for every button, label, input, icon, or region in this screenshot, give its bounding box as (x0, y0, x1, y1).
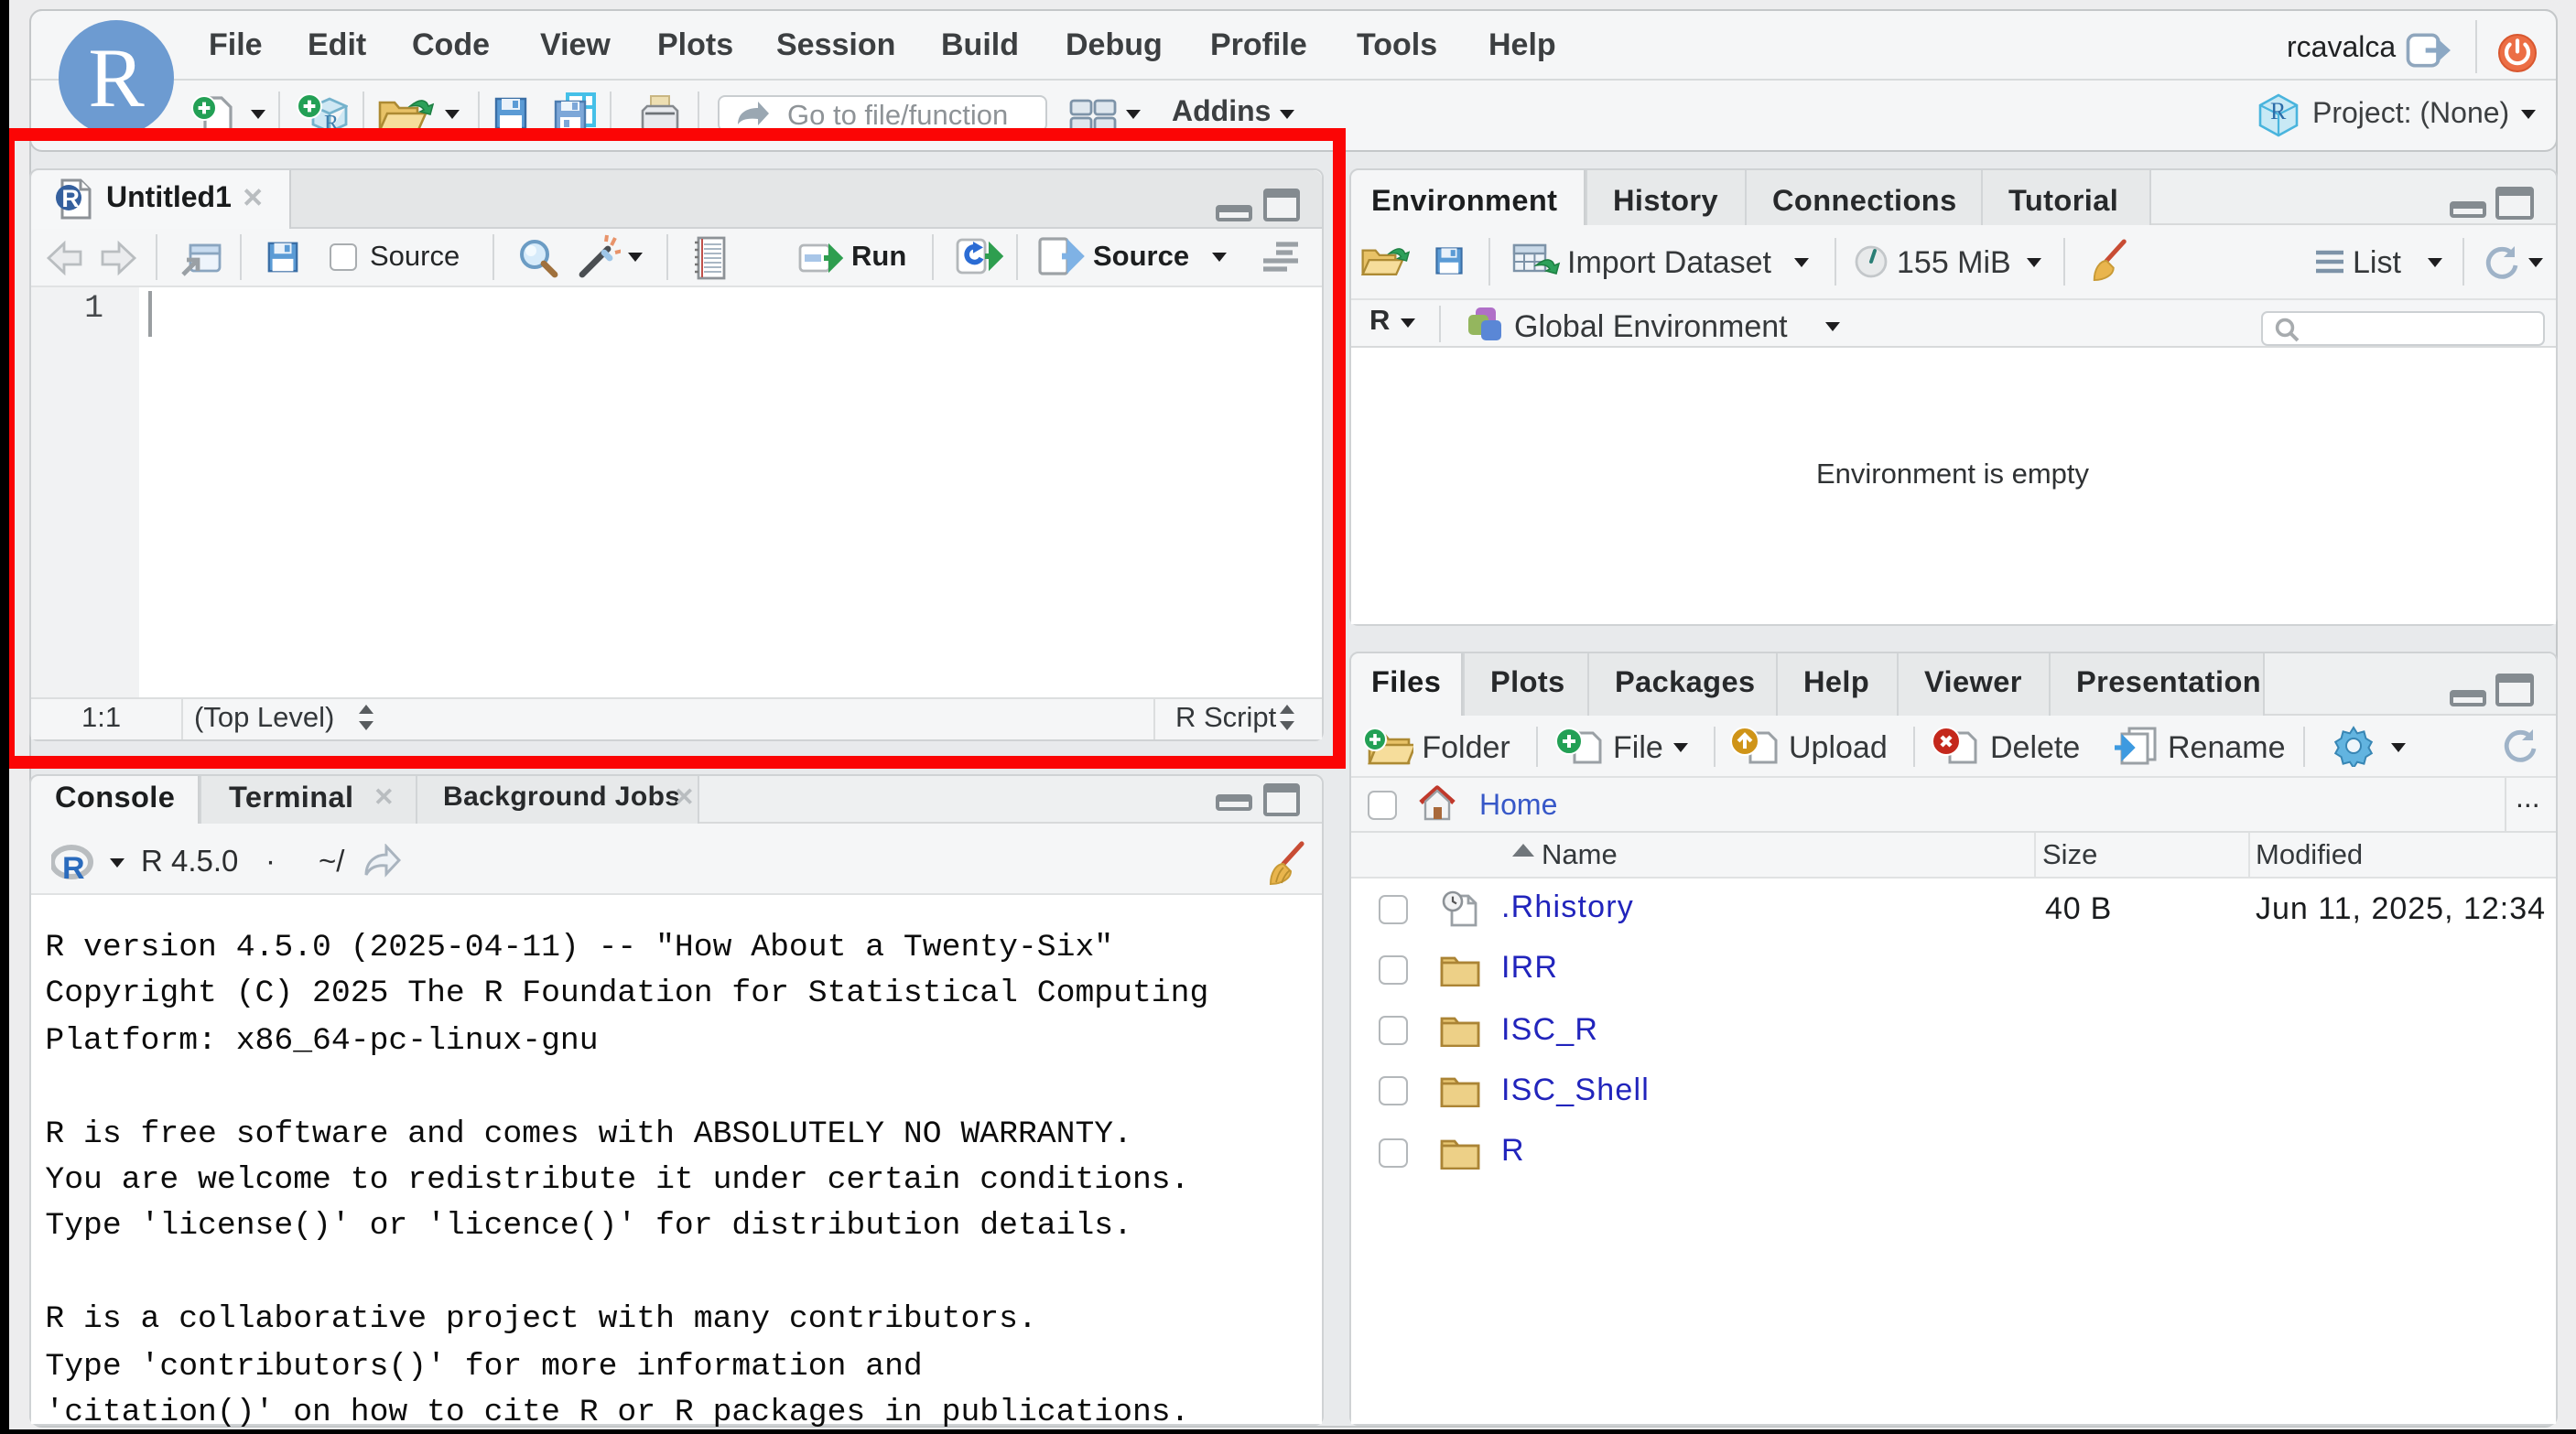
svg-text:R: R (62, 851, 85, 886)
svg-text:R: R (2270, 98, 2287, 124)
